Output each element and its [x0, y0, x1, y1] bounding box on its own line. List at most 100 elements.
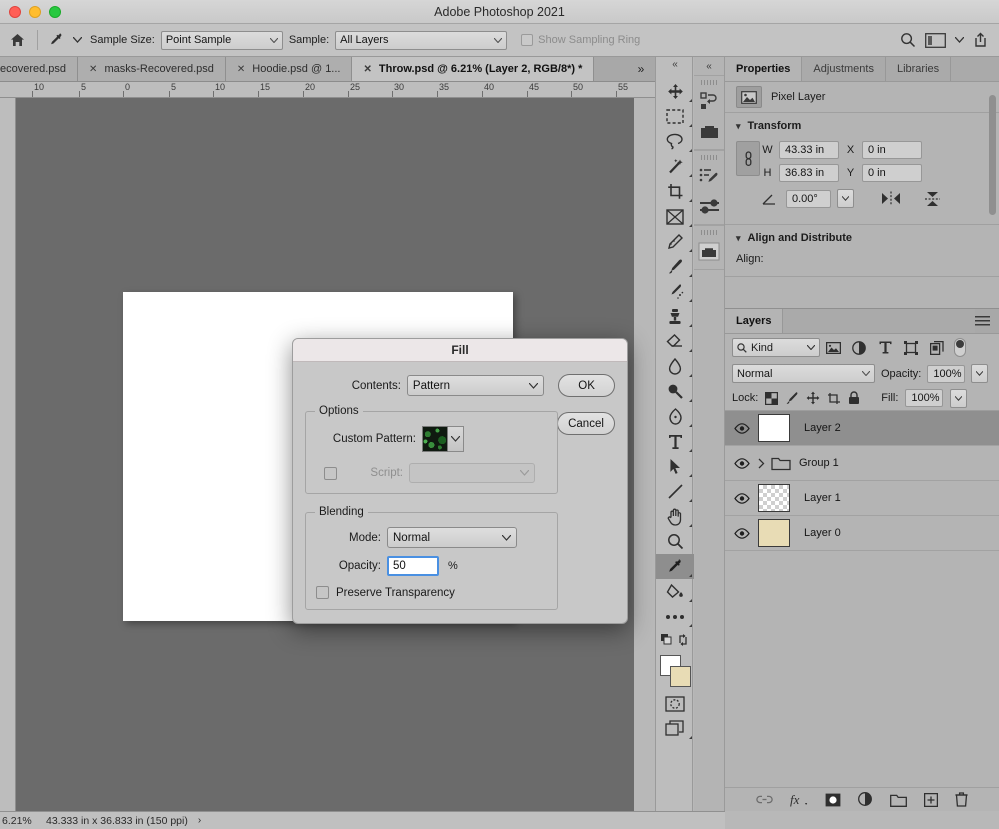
dodge-tool[interactable]	[656, 379, 694, 404]
vertical-ruler[interactable]	[0, 98, 16, 811]
new-layer-icon[interactable]	[924, 792, 938, 807]
layer-name[interactable]: Layer 2	[790, 422, 841, 434]
document-tab[interactable]: ecovered.psd	[0, 57, 79, 81]
eyedropper-icon[interactable]	[41, 32, 71, 48]
layer-name[interactable]: Layer 0	[790, 527, 841, 539]
type-filter-icon[interactable]	[872, 337, 898, 359]
pixel-filter-icon[interactable]	[820, 337, 846, 359]
table-row[interactable]: Layer 2	[725, 411, 999, 446]
zoom-window-button[interactable]	[49, 5, 61, 18]
rectangular-marquee-tool[interactable]	[656, 104, 694, 129]
sample-select[interactable]: All Layers	[335, 30, 508, 50]
close-tab-icon[interactable]: ✕	[237, 64, 245, 75]
paint-bucket-tool[interactable]	[656, 579, 694, 604]
x-input[interactable]: 0 in	[862, 141, 922, 159]
link-chain-icon[interactable]	[736, 141, 760, 176]
expand-group-chevron-icon[interactable]	[758, 458, 765, 469]
adjustment-layer-icon[interactable]	[858, 792, 873, 807]
flip-horizontal-icon[interactable]	[880, 191, 902, 206]
layer-style-fx-icon[interactable]: fx	[790, 793, 808, 807]
dock-drag-handle[interactable]	[694, 154, 724, 161]
link-layers-icon[interactable]	[756, 795, 773, 804]
filter-toggle-switch[interactable]	[954, 338, 966, 357]
lock-all-icon[interactable]	[848, 391, 860, 405]
shape-filter-icon[interactable]	[898, 337, 924, 359]
layer-visibility-icon[interactable]	[725, 422, 758, 434]
script-checkbox[interactable]	[324, 466, 337, 480]
show-sampling-ring-checkbox[interactable]: Show Sampling Ring	[521, 34, 640, 46]
dock-drag-handle[interactable]	[694, 229, 724, 236]
type-tool[interactable]	[656, 429, 694, 454]
close-window-button[interactable]	[9, 5, 21, 18]
height-input[interactable]: 36.83 in	[779, 164, 839, 182]
brush-settings-icon[interactable]	[694, 161, 724, 191]
tool-preset-chevron-icon[interactable]	[71, 37, 84, 43]
flip-vertical-icon[interactable]	[924, 191, 941, 207]
y-input[interactable]: 0 in	[862, 164, 922, 182]
table-row[interactable]: Layer 0	[725, 516, 999, 551]
chevron-down-icon[interactable]	[448, 426, 464, 452]
contents-select[interactable]: Pattern	[406, 375, 545, 396]
swatches-icon[interactable]	[694, 116, 724, 146]
ok-button[interactable]: OK	[558, 374, 616, 397]
search-icon[interactable]	[900, 32, 916, 48]
hand-tool[interactable]	[656, 504, 694, 529]
table-row[interactable]: Group 1	[725, 446, 999, 481]
layer-thumbnail[interactable]	[758, 519, 790, 547]
horizontal-ruler[interactable]: 10 5 0 5 10 15 20 25 30 35 40 45 50 55	[0, 82, 655, 98]
smart-object-filter-icon[interactable]	[924, 337, 950, 359]
tab-properties[interactable]: Properties	[725, 57, 803, 81]
layer-visibility-icon[interactable]	[725, 527, 758, 539]
eyedropper-tool-top[interactable]	[656, 229, 694, 254]
custom-pattern-swatch[interactable]	[422, 426, 448, 452]
layer-visibility-icon[interactable]	[725, 492, 758, 504]
align-section-header[interactable]: ▾ Align and Distribute	[736, 232, 988, 244]
tab-layers[interactable]: Layers	[725, 309, 784, 333]
cancel-button[interactable]: Cancel	[557, 412, 615, 435]
opacity-input[interactable]: 100%	[927, 364, 966, 383]
layer-thumbnail[interactable]	[758, 414, 790, 442]
sample-size-select[interactable]: Point Sample	[160, 30, 283, 50]
eraser-tool[interactable]	[656, 329, 694, 354]
document-tab[interactable]: ✕ Hoodie.psd @ 1...	[225, 57, 353, 81]
blend-mode-select[interactable]: Normal	[732, 364, 875, 383]
tab-adjustments[interactable]: Adjustments	[802, 57, 886, 81]
lasso-tool[interactable]	[656, 129, 694, 154]
move-tool[interactable]	[656, 79, 694, 104]
layer-mask-icon[interactable]	[825, 793, 841, 807]
frame-tool[interactable]	[656, 204, 694, 229]
zoom-tool[interactable]	[656, 529, 694, 554]
pen-tool[interactable]	[656, 404, 694, 429]
minimize-window-button[interactable]	[29, 5, 41, 18]
tab-libraries[interactable]: Libraries	[885, 57, 952, 81]
adjustment-filter-icon[interactable]	[846, 337, 872, 359]
mode-select[interactable]: Normal	[387, 527, 517, 548]
path-selection-tool[interactable]	[656, 454, 694, 479]
document-tab[interactable]: ✕ masks-Recovered.psd	[78, 57, 226, 81]
angle-input[interactable]: 0.00°	[786, 189, 831, 208]
properties-scrollbar[interactable]	[989, 95, 996, 215]
preserve-transparency-row[interactable]: Preserve Transparency	[316, 586, 547, 599]
fill-stepper[interactable]	[950, 388, 968, 408]
panel-menu-icon[interactable]	[975, 309, 999, 333]
width-input[interactable]: 43.33 in	[779, 141, 839, 159]
lock-image-icon[interactable]	[785, 391, 799, 405]
brush-tool[interactable]	[656, 254, 694, 279]
dock-drag-handle[interactable]	[694, 79, 724, 86]
filter-kind-select[interactable]: Kind	[732, 338, 820, 357]
transform-section-header[interactable]: ▾ Transform	[736, 120, 988, 132]
color-swatches[interactable]	[656, 653, 694, 691]
layer-name[interactable]: Group 1	[791, 457, 839, 469]
libraries-folder-icon[interactable]	[694, 236, 724, 266]
lock-transparency-icon[interactable]	[765, 391, 779, 405]
preserve-transparency-checkbox[interactable]	[316, 586, 329, 599]
close-tab-icon[interactable]: ✕	[89, 64, 97, 75]
zoom-level[interactable]: 6.21%	[0, 815, 38, 827]
background-color-swatch[interactable]	[670, 666, 691, 687]
layer-name[interactable]: Layer 1	[790, 492, 841, 504]
layer-visibility-icon[interactable]	[725, 457, 758, 469]
opacity-input[interactable]: 50	[387, 556, 439, 576]
collapse-dock-button[interactable]: «	[694, 57, 724, 75]
fill-input[interactable]: 100%	[905, 389, 944, 407]
delete-layer-icon[interactable]	[955, 792, 968, 807]
